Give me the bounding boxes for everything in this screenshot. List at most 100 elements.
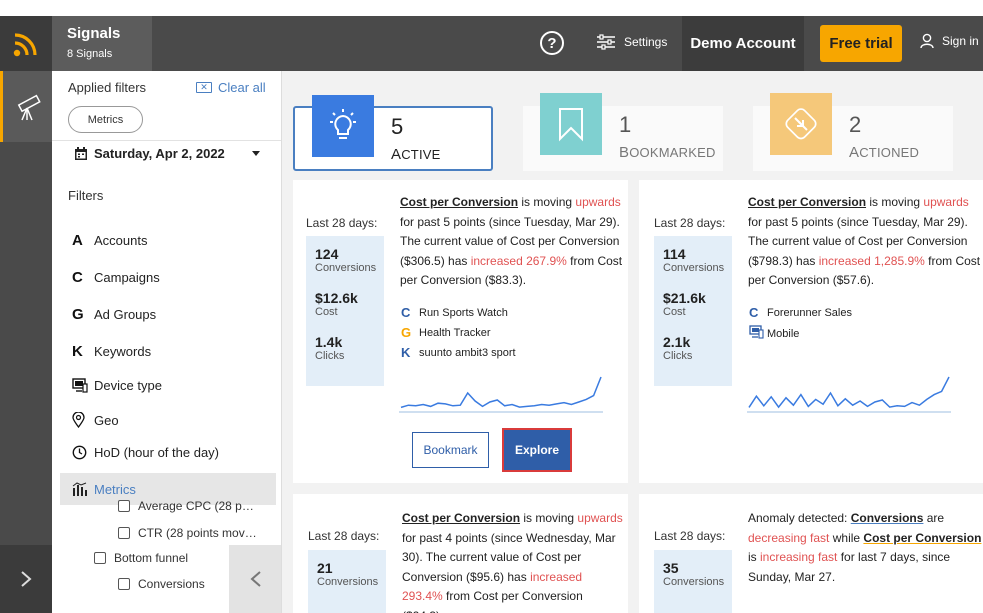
expand-rail-button[interactable] bbox=[0, 545, 52, 613]
stat-tile-active[interactable]: 5 Active bbox=[293, 95, 493, 171]
sparkline-series bbox=[748, 376, 950, 409]
app-logo[interactable] bbox=[0, 16, 52, 71]
date-dropdown-caret-icon[interactable] bbox=[252, 151, 260, 156]
filter-item-accounts[interactable]: A Accounts bbox=[72, 232, 147, 249]
active-count: 5 bbox=[391, 114, 404, 139]
anomaly-description: Anomaly detected: Conversions are decrea… bbox=[748, 509, 982, 587]
signal-card: Last 28 days: 21 Conversions Cost per Co… bbox=[293, 494, 628, 613]
metric-value: 124 bbox=[315, 246, 339, 262]
metric-option-ctr[interactable]: CTR (28 points mov… bbox=[118, 526, 257, 540]
period-label: Last 28 days: bbox=[308, 529, 380, 543]
clear-all-button[interactable]: ✕ Clear all bbox=[196, 80, 266, 95]
stat-tile-bookmarked[interactable]: 1 Bookmarked bbox=[523, 93, 723, 171]
ad-group-letter-icon: G bbox=[401, 325, 412, 340]
user-icon bbox=[920, 33, 934, 49]
metric-link[interactable]: Cost per Conversion bbox=[400, 195, 518, 209]
checkbox[interactable] bbox=[118, 578, 130, 590]
free-trial-button[interactable]: Free trial bbox=[820, 25, 902, 62]
filter-item-ad-groups[interactable]: G Ad Groups bbox=[72, 306, 156, 323]
date-picker[interactable]: Saturday, Apr 2, 2022 bbox=[74, 146, 225, 161]
entity-campaign[interactable]: C Run Sports Watch bbox=[401, 305, 508, 320]
checkbox[interactable] bbox=[118, 500, 130, 512]
filter-item-keywords[interactable]: K Keywords bbox=[72, 343, 151, 360]
trend-direction: increasing fast bbox=[760, 550, 838, 564]
metrics-bar-icon bbox=[72, 482, 94, 496]
filter-item-geo[interactable]: Geo bbox=[72, 412, 119, 428]
filter-item-hod[interactable]: HoD (hour of the day) bbox=[72, 445, 219, 460]
metric-option-label: CTR (28 points mov… bbox=[138, 526, 257, 540]
applied-filter-pill-metrics[interactable]: Metrics bbox=[68, 106, 143, 133]
sign-in-button[interactable]: Sign in bbox=[920, 33, 979, 49]
metric-group-bottom-funnel[interactable]: Bottom funnel bbox=[94, 551, 188, 565]
entity-ad-group[interactable]: G Health Tracker bbox=[401, 325, 491, 340]
metric-option-conversions[interactable]: Conversions bbox=[118, 577, 205, 591]
filter-item-label: Ad Groups bbox=[94, 307, 157, 322]
desc-text: Anomaly detected: bbox=[748, 511, 851, 525]
actioned-label-initial: A bbox=[849, 144, 860, 161]
sparkline-chart bbox=[747, 376, 951, 413]
bookmark-button[interactable]: Bookmark bbox=[412, 432, 489, 468]
metric-label: Cost bbox=[315, 306, 338, 318]
checkbox[interactable] bbox=[118, 527, 130, 539]
calendar-icon bbox=[75, 146, 87, 160]
signals-count: 8 Signals bbox=[67, 48, 113, 60]
change-value: increased 267.9% bbox=[470, 253, 567, 268]
stat-tile-actioned[interactable]: 2 Actioned bbox=[753, 93, 953, 171]
filter-item-label: Campaigns bbox=[94, 270, 160, 285]
chevron-right-icon bbox=[21, 571, 32, 587]
metric-link[interactable]: Conversions bbox=[851, 511, 924, 525]
metric-value: 35 bbox=[663, 560, 679, 576]
trend-direction: upwards bbox=[923, 195, 969, 209]
desc-text: are bbox=[923, 511, 945, 525]
signal-description: Cost per Conversion is moving upwards fo… bbox=[402, 509, 626, 613]
bookmarked-label: Bookmarked bbox=[619, 144, 716, 161]
desc-text: while bbox=[829, 530, 864, 545]
explore-button[interactable]: Explore bbox=[502, 428, 572, 472]
top-bar: Signals 8 Signals ? Settings Demo Accoun… bbox=[0, 16, 983, 71]
sign-in-label: Sign in bbox=[942, 34, 979, 48]
filter-item-label: Geo bbox=[94, 412, 119, 428]
device-icon bbox=[749, 325, 767, 342]
entity-label: suunto ambit3 sport bbox=[419, 346, 516, 359]
telescope-icon bbox=[17, 94, 41, 120]
filter-item-campaigns[interactable]: C Campaigns bbox=[72, 269, 160, 286]
metric-link[interactable]: Cost per Conversion bbox=[863, 531, 981, 545]
collapse-panel-button[interactable] bbox=[229, 545, 281, 613]
metric-link[interactable]: Cost per Conversion bbox=[748, 195, 866, 209]
metric-option-average-cpc[interactable]: Average CPC (28 p… bbox=[118, 499, 254, 513]
trend-direction: decreasing fast bbox=[748, 530, 830, 545]
metric-value: 114 bbox=[663, 246, 686, 262]
metric-summary: 114 Conversions $21.6k Cost 2.1k Clicks bbox=[654, 236, 732, 386]
filter-item-label: Device type bbox=[94, 378, 162, 393]
help-icon[interactable]: ? bbox=[540, 31, 564, 55]
date-label: Saturday, Apr 2, 2022 bbox=[94, 146, 225, 161]
device-icon bbox=[72, 378, 94, 393]
desc-text: for past 4 points (since Wednesday, Mar … bbox=[402, 530, 616, 584]
metric-link[interactable]: Cost per Conversion bbox=[402, 511, 520, 525]
metric-value: 1.4k bbox=[315, 334, 343, 350]
metric-summary: 35 Conversions bbox=[654, 550, 732, 613]
metric-value: $21.6k bbox=[663, 290, 706, 306]
demo-account-button[interactable]: Demo Account bbox=[682, 16, 804, 71]
rail-item-signals[interactable] bbox=[0, 71, 52, 142]
settings-button[interactable]: Settings bbox=[596, 33, 667, 51]
trend-direction: upwards bbox=[575, 195, 621, 209]
settings-label: Settings bbox=[624, 35, 668, 49]
entity-device[interactable]: Mobile bbox=[749, 325, 799, 342]
settings-sliders-icon bbox=[597, 34, 615, 50]
filter-item-device-type[interactable]: Device type bbox=[72, 378, 162, 393]
app-title: Signals bbox=[67, 25, 121, 42]
entity-campaign[interactable]: C Forerunner Sales bbox=[749, 305, 852, 320]
divider bbox=[52, 140, 281, 141]
filters-panel: Applied filters ✕ Clear all Metrics Satu… bbox=[52, 71, 282, 613]
entity-label: Mobile bbox=[767, 327, 800, 340]
clear-icon: ✕ bbox=[196, 82, 212, 93]
bookmarked-label-rest: ookmarked bbox=[629, 145, 716, 160]
period-label: Last 28 days: bbox=[306, 216, 378, 230]
applied-filters-label: Applied filters bbox=[68, 80, 147, 95]
metric-summary: 124 Conversions $12.6k Cost 1.4k Clicks bbox=[306, 236, 384, 386]
checkbox[interactable] bbox=[94, 552, 106, 564]
filter-item-label: HoD (hour of the day) bbox=[94, 445, 220, 460]
entity-keyword[interactable]: K suunto ambit3 sport bbox=[401, 345, 516, 360]
filter-item-label: Accounts bbox=[94, 233, 148, 248]
